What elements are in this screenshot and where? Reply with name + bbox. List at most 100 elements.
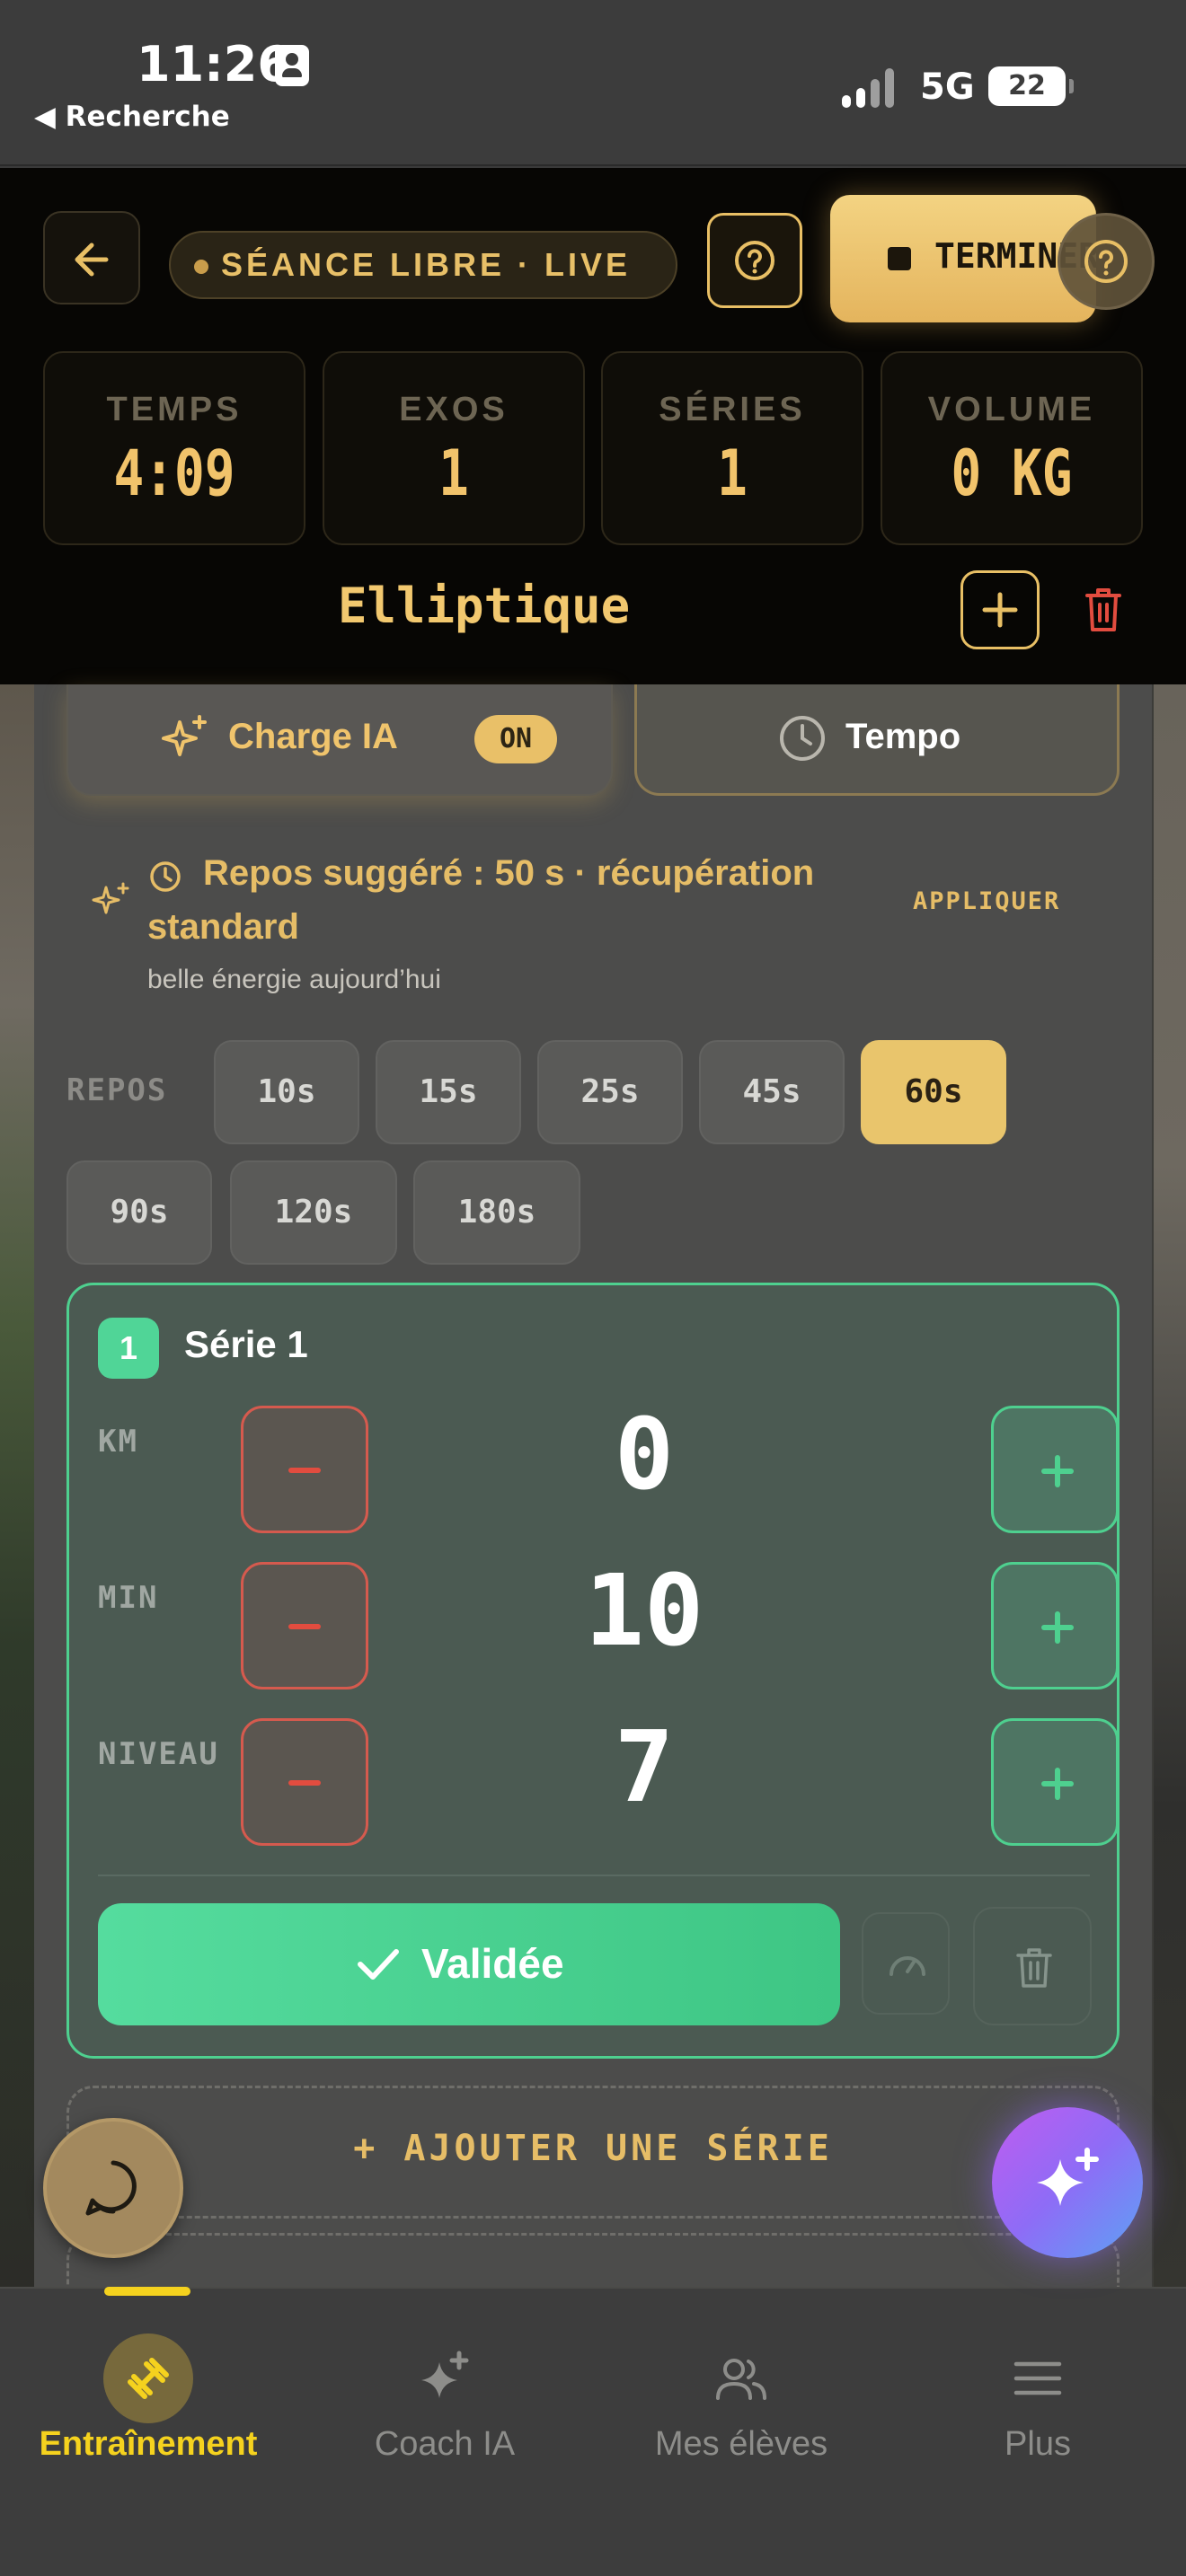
stat-value: 1 <box>438 437 469 510</box>
set-divider <box>98 1875 1090 1876</box>
arrow-left-icon <box>75 243 109 277</box>
stat-volume: VOLUME 0 KG <box>881 351 1143 545</box>
rest-option-15s[interactable]: 15s <box>376 1040 521 1144</box>
rest-suggestion-subtext: belle énergie aujourd’hui <box>147 965 441 994</box>
min-label: MIN <box>98 1580 159 1616</box>
tempo-toggle[interactable]: Tempo <box>634 684 1120 796</box>
stat-sets: SÉRIES 1 <box>601 351 863 545</box>
contact-card-icon <box>275 45 309 86</box>
rest-option-10s[interactable]: 10s <box>214 1040 359 1144</box>
stat-label: SÉRIES <box>659 391 806 428</box>
stat-time: TEMPS 4:09 <box>43 351 305 545</box>
back-to-app-link[interactable]: ◀ Recherche <box>34 101 230 133</box>
rest-option-25s[interactable]: 25s <box>537 1040 683 1144</box>
question-circle-icon <box>1084 240 1128 283</box>
intensity-button[interactable] <box>862 1912 950 2015</box>
question-circle-icon <box>735 241 774 280</box>
session-live-label: SÉANCE LIBRE · LIVE <box>221 246 632 283</box>
plus-icon <box>982 592 1018 628</box>
rest-picker-label: REPOS <box>66 1072 168 1108</box>
tab-training[interactable]: Entraînement <box>0 2289 296 2504</box>
tab-more[interactable]: Plus <box>890 2289 1186 2504</box>
sparkles-icon <box>1037 2148 1099 2206</box>
tab-label: Coach IA <box>374 2425 516 2463</box>
stat-value: 4:09 <box>113 437 235 510</box>
stat-value: 0 KG <box>951 437 1073 510</box>
stat-value: 1 <box>717 437 748 510</box>
level-label: NIVEAU <box>98 1736 219 1772</box>
km-label: KM <box>98 1424 138 1460</box>
back-button[interactable] <box>43 211 140 304</box>
stat-exercises: EXOS 1 <box>323 351 585 545</box>
level-increase-button[interactable] <box>991 1718 1119 1846</box>
trash-icon <box>1085 588 1121 631</box>
gauge-icon <box>890 1956 925 1976</box>
session-live-pill: SÉANCE LIBRE · LIVE <box>169 231 677 299</box>
finish-session-button[interactable]: TERMINER <box>830 195 1096 322</box>
apply-suggestion-button[interactable]: APPLIQUER <box>913 887 1060 915</box>
sparkles-icon <box>92 882 129 914</box>
live-dot-icon <box>194 260 208 274</box>
users-icon <box>696 2333 786 2423</box>
ai-load-label: Charge IA <box>228 717 398 756</box>
tab-label: Entraînement <box>39 2425 258 2463</box>
chat-bubble-icon <box>85 2160 137 2216</box>
add-series-label: + AJOUTER UNE SÉRIE <box>353 2128 833 2169</box>
delete-set-button[interactable] <box>973 1907 1092 2025</box>
km-value[interactable]: 0 <box>447 1397 842 1512</box>
min-decrease-button[interactable] <box>241 1562 368 1689</box>
tab-label: Plus <box>1005 2425 1071 2463</box>
validated-label: Validée <box>421 1940 564 1987</box>
add-series-button[interactable]: + AJOUTER UNE SÉRIE <box>66 2086 1120 2219</box>
rest-option-60s[interactable]: 60s <box>861 1040 1006 1144</box>
active-tab-indicator <box>104 2287 190 2296</box>
rest-option-90s[interactable]: 90s <box>66 1160 212 1265</box>
clock-icon <box>780 716 825 761</box>
rest-option-45s[interactable]: 45s <box>699 1040 845 1144</box>
ai-load-toggle[interactable]: Charge IA ON <box>66 684 613 796</box>
check-icon <box>358 1949 399 1980</box>
chat-button[interactable] <box>43 2118 183 2258</box>
rest-suggestion-text: Repos suggéré : 50 s · récupération stan… <box>147 853 815 947</box>
level-decrease-button[interactable] <box>241 1718 368 1846</box>
rest-option-180s[interactable]: 180s <box>413 1160 580 1265</box>
stat-label: TEMPS <box>106 391 243 428</box>
rest-option-120s[interactable]: 120s <box>230 1160 397 1265</box>
km-decrease-button[interactable] <box>241 1406 368 1533</box>
dumbbell-icon <box>103 2333 193 2423</box>
min-value[interactable]: 10 <box>447 1553 842 1668</box>
signal-icon <box>842 68 899 108</box>
tempo-label: Tempo <box>845 717 961 756</box>
stat-label: VOLUME <box>927 391 1096 428</box>
floating-help-button[interactable] <box>1058 213 1155 310</box>
menu-icon <box>993 2333 1083 2423</box>
tab-label: Mes élèves <box>654 2425 828 2463</box>
network-label: 5G <box>920 66 975 108</box>
status-bar: 11:26 ◀ Recherche 5G 22 <box>0 0 1186 166</box>
ai-assistant-button[interactable] <box>992 2107 1143 2258</box>
stat-label: EXOS <box>399 391 509 428</box>
delete-exercise-button[interactable] <box>1084 585 1123 635</box>
status-time: 11:26 <box>137 36 291 93</box>
validated-button[interactable]: Validée <box>98 1903 840 2025</box>
sparkles-icon <box>400 2333 490 2423</box>
session-stats: TEMPS 4:09 EXOS 1 SÉRIES 1 VOLUME 0 KG <box>43 351 1143 545</box>
help-button[interactable] <box>707 213 802 308</box>
trash-icon <box>1016 1948 1052 1988</box>
stop-icon <box>888 247 911 270</box>
add-exercise-button[interactable] <box>960 570 1040 649</box>
exercise-title: Elliptique <box>338 578 631 634</box>
sparkles-icon <box>162 715 207 756</box>
set-card: 1 Série 1 KM 0 MIN 10 NIVEAU 7 Validée <box>66 1283 1120 2059</box>
battery-icon: 22 <box>988 66 1074 106</box>
tab-coach-ia[interactable]: Coach IA <box>296 2289 593 2504</box>
min-increase-button[interactable] <box>991 1562 1119 1689</box>
tab-bar: Entraînement Coach IA Mes élèves Plus <box>0 2287 1186 2576</box>
set-title: Série 1 <box>184 1323 308 1365</box>
exercise-panel: Charge IA ON Tempo Repos suggéré : 50 s … <box>34 684 1152 2341</box>
km-increase-button[interactable] <box>991 1406 1119 1533</box>
session-header: SÉANCE LIBRE · LIVE TERMINER TEMPS 4:09 … <box>0 168 1186 684</box>
tab-my-students[interactable]: Mes élèves <box>593 2289 890 2504</box>
ai-load-on-badge: ON <box>474 715 557 763</box>
level-value[interactable]: 7 <box>447 1709 842 1824</box>
